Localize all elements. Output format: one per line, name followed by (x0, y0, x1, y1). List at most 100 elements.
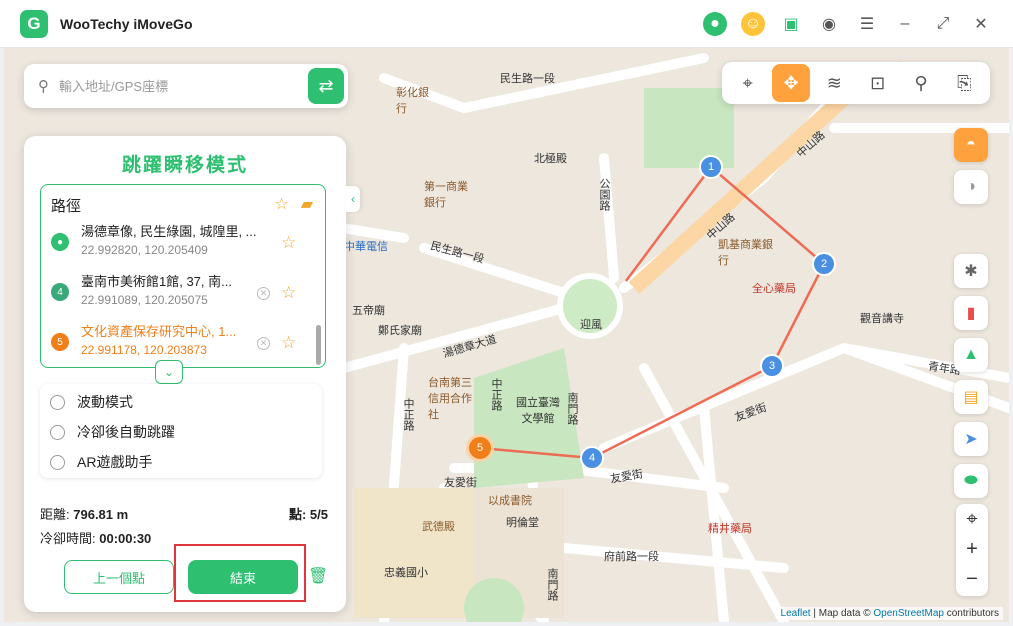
map-label: 公園路 (598, 178, 610, 211)
jump-teleport-panel: 跳躍瞬移模式 路徑 ☆ ▰ ● 湯德章像, 民生綠園, 城隍里, ... 22.… (24, 136, 346, 612)
map-label: 中正路 (402, 398, 414, 431)
map-label: 以成書院 (488, 495, 532, 507)
map-label: 明倫堂 (506, 517, 539, 529)
remove-icon[interactable]: ✕ (257, 287, 270, 300)
fullscreen-icon[interactable]: ⤢ (931, 12, 955, 36)
attribution-tail: contributors (943, 608, 999, 619)
end-button[interactable]: 結束 (188, 560, 298, 594)
collapse-panel-chevron-icon[interactable]: ‹ (346, 186, 360, 212)
cooldown-stat: 冷卻時間: 00:00:30 (40, 528, 151, 547)
map-label: 五帝廟 (352, 305, 385, 317)
pokeball-outline-icon[interactable]: ◑ (954, 170, 988, 204)
route-item-name: 臺南市美術館1館, 37, 南... (81, 274, 232, 289)
option-label: 冷卻後自動跳躍 (77, 424, 175, 440)
option-ar-assist[interactable]: AR遊戲助手 (50, 452, 152, 472)
route-item-marker: 5 (51, 333, 69, 351)
cooldown-value: 00:00:30 (99, 531, 152, 546)
map-label: 府前路一段 (604, 551, 659, 563)
route-marker-1[interactable]: 1 (699, 155, 723, 179)
leaflet-link[interactable]: Leaflet (781, 608, 811, 619)
map-label: 中華電信 (344, 241, 388, 253)
map-label: 南門路 (546, 568, 558, 601)
points-stat: 點: 5/5 (289, 504, 328, 523)
multi-route-icon[interactable]: ≋ (815, 64, 853, 102)
app-title: WooTechy iMoveGo (60, 15, 193, 32)
route-marker-3[interactable]: 3 (760, 354, 784, 378)
map-label: 台南第三信用合作社 (428, 377, 472, 421)
route-item-current[interactable]: 5 文化資產保存研究中心, 1... 22.991178, 120.203873… (49, 321, 311, 365)
remove-icon[interactable]: ✕ (257, 337, 270, 350)
move-arrows-icon[interactable]: ✥ (771, 64, 810, 102)
route-item-marker: 4 (51, 283, 69, 301)
star-icon[interactable]: ☆ (281, 233, 296, 253)
route-scrollbar[interactable] (316, 325, 321, 365)
coin-icon[interactable]: ☺ (741, 12, 765, 36)
radio-button[interactable] (50, 454, 65, 470)
prev-point-button[interactable]: 上一個點 (64, 560, 174, 594)
route-item[interactable]: 4 臺南市美術館1館, 37, 南... 22.991089, 120.2050… (49, 271, 311, 315)
star-icon[interactable]: ☆ (281, 283, 296, 303)
radio-button[interactable] (50, 394, 65, 410)
phone-icon[interactable]: ▮ (954, 296, 988, 330)
app-logo-icon: G (20, 9, 48, 38)
search-input[interactable] (59, 78, 289, 94)
zoom-in-button[interactable]: + (956, 534, 988, 564)
crosshair-icon[interactable]: ⌖ (729, 64, 767, 102)
route-marker-5-current[interactable]: 5 (466, 434, 494, 462)
locate-me-icon[interactable]: ⌖ (956, 504, 988, 534)
option-label: 波動模式 (77, 394, 133, 410)
map-label: 觀音講寺 (860, 313, 904, 325)
distance-label: 距離: (40, 507, 70, 522)
map-label: 凱基商業銀行 (718, 239, 773, 267)
points-value: 5/5 (309, 507, 328, 522)
map-label: 彰化銀行 (396, 87, 429, 115)
route-marker-2[interactable]: 2 (812, 252, 836, 276)
map-label: 友愛街 (444, 477, 477, 489)
route-item-coords: 22.991178, 120.203873 (81, 343, 207, 357)
route-item-coords: 22.991089, 120.205075 (81, 293, 208, 307)
menu-icon[interactable]: ☰ (855, 12, 879, 36)
osm-link[interactable]: OpenStreetMap (873, 608, 944, 619)
map-label: 中正路 (490, 378, 502, 411)
pokeball-icon[interactable]: ◓ (954, 128, 988, 162)
panel-title: 跳躍瞬移模式 (121, 155, 248, 176)
option-wave-mode[interactable]: 波動模式 (50, 392, 133, 412)
gift-box-icon[interactable]: ▣ (779, 12, 803, 36)
radio-button[interactable] (50, 424, 65, 440)
options-box: 波動模式 冷卻後自動跳躍 AR遊戲助手 (40, 384, 322, 478)
snowflake-icon[interactable]: ✱ (954, 254, 988, 288)
option-auto-jump[interactable]: 冷卻後自動跳躍 (50, 422, 175, 442)
map-label: 鄭氏家廟 (378, 325, 422, 337)
expand-chevron-icon[interactable]: ⌄ (155, 360, 183, 384)
close-icon[interactable]: ✕ (969, 12, 993, 36)
history-icon[interactable]: ⎘ (945, 64, 983, 102)
route-item[interactable]: ● 湯德章像, 民生綠園, 城隍里, ... 22.992820, 120.20… (49, 221, 311, 265)
map-label: 國立臺灣文學館 (516, 397, 560, 425)
favorite-star-icon[interactable]: ☆ (274, 194, 288, 214)
zoom-out-button[interactable]: − (956, 564, 988, 594)
user-avatar-icon[interactable]: ● (703, 12, 727, 36)
trash-icon[interactable]: 🗑 (308, 566, 328, 586)
points-label: 點: (288, 507, 307, 522)
chat-icon[interactable]: ◉ (817, 12, 841, 36)
route-item-coords: 22.992820, 120.205409 (81, 243, 208, 257)
toggle-icon[interactable]: ⬬ (954, 464, 988, 498)
route-item-name: 湯德章像, 民生綠園, 城隍里, ... (81, 224, 257, 239)
map-label: 全心藥局 (752, 283, 796, 295)
send-icon[interactable]: ➤ (954, 422, 988, 456)
import-gpx-icon[interactable]: ▤ (954, 380, 988, 414)
go-button[interactable]: ⇄ (308, 68, 344, 104)
map-label: 民生路一段 (500, 73, 555, 85)
jump-route-icon[interactable]: ⊡ (859, 64, 897, 102)
import-folder-icon[interactable]: ▰ (301, 194, 313, 214)
minimize-icon[interactable]: – (893, 12, 917, 36)
route-item-name: 文化資產保存研究中心, 1... (81, 324, 237, 339)
option-label: AR遊戲助手 (77, 454, 153, 470)
tshirt-icon[interactable]: ▲ (954, 338, 988, 372)
route-marker-4[interactable]: 4 (580, 446, 604, 470)
star-icon[interactable]: ☆ (281, 333, 296, 353)
map-label: 武德殿 (422, 521, 455, 533)
joystick-icon[interactable]: ⚲ (902, 64, 940, 102)
attribution-text: | Map data © (810, 608, 874, 619)
map-label: 第一商業銀行 (424, 181, 468, 209)
